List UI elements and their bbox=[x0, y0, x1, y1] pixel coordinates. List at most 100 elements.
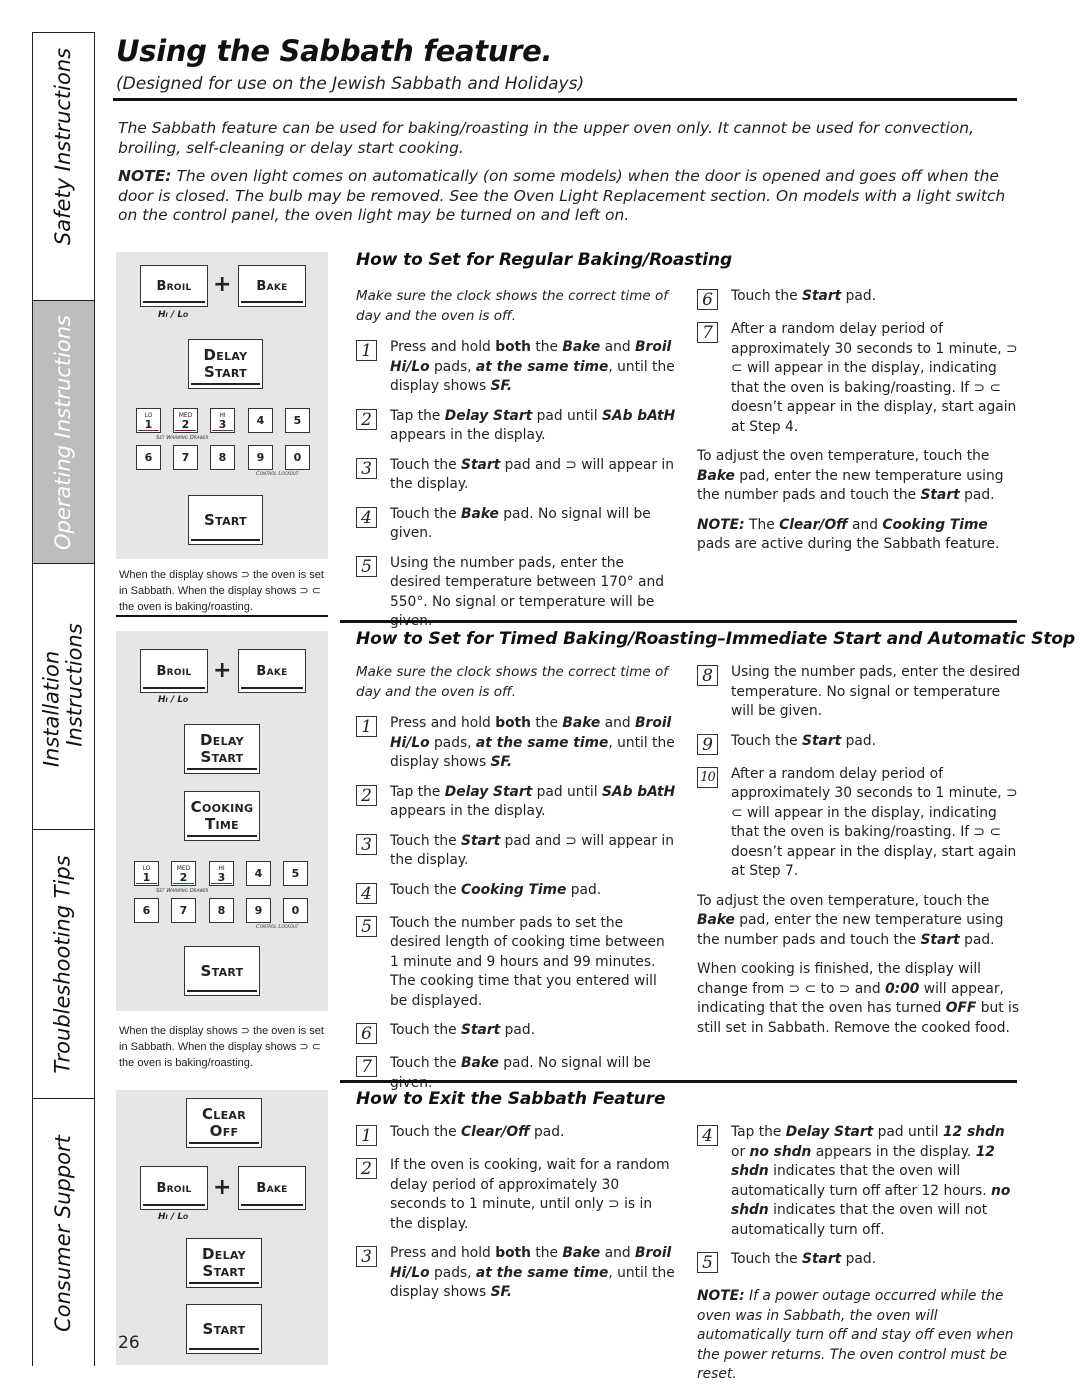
emphasis-text: SAb bAtH bbox=[601, 783, 676, 800]
key-number: 8 bbox=[218, 451, 227, 464]
text-run: To adjust the oven temperature, touch th… bbox=[697, 448, 990, 464]
broil-pad: Broil bbox=[140, 265, 208, 307]
step-item: 3 Touch the Start pad and ⊃ will appear i… bbox=[356, 832, 676, 871]
step-item: 1 Press and hold both the Bake and Broil … bbox=[356, 714, 676, 773]
section-tabs: Safety Instructions Operating Instructio… bbox=[32, 32, 95, 1367]
lead-text: Make sure the clock shows the correct ti… bbox=[356, 664, 669, 700]
start-pad: Start bbox=[188, 495, 263, 545]
emphasis-text: Bake bbox=[697, 912, 735, 928]
text-run: The bbox=[744, 516, 780, 533]
plus-sign: + bbox=[213, 658, 232, 683]
step-text: Touch the Start pad and ⊃ will appear in… bbox=[390, 832, 676, 871]
emphasis-text: Cooking Time bbox=[461, 881, 567, 898]
text-run: After a random delay period of approxima… bbox=[731, 765, 1018, 880]
note-paragraph: NOTE: If a power outage occurred while t… bbox=[697, 1287, 1022, 1385]
step-text: Press and hold both the Bake and Broil H… bbox=[390, 714, 676, 773]
emphasis-text: Bake bbox=[562, 1245, 601, 1261]
bake-pad: Bake bbox=[238, 1166, 306, 1210]
emphasis-text: SF. bbox=[490, 754, 513, 770]
emphasis-text: Bake bbox=[562, 339, 601, 355]
step-text: Touch the Start pad. bbox=[731, 1250, 1022, 1270]
tab-safety-instructions[interactable]: Safety Instructions bbox=[33, 33, 94, 301]
plus-sign: + bbox=[213, 1175, 232, 1200]
pad-label: Delay bbox=[202, 1245, 246, 1263]
pad-label: Start bbox=[202, 1319, 246, 1338]
text-run: After a random delay period of approxima… bbox=[731, 321, 1018, 435]
key-9: 9 bbox=[246, 898, 271, 923]
key-5: 5 bbox=[283, 861, 308, 886]
control-panel-timed: Broil + Bake Hi / Lo Delay Start Cooking T… bbox=[116, 631, 328, 1011]
tab-troubleshooting-tips[interactable]: Troubleshooting Tips bbox=[33, 830, 94, 1099]
step-number: 5 bbox=[356, 915, 377, 937]
text-run: Touch the bbox=[390, 1124, 462, 1140]
key-number: 8 bbox=[217, 904, 226, 917]
emphasis-text: Cooking Time bbox=[882, 516, 988, 533]
tab-installation-instructions[interactable]: Installation Instructions bbox=[33, 564, 94, 830]
pad-label: Start bbox=[200, 961, 244, 980]
emphasis-text: Start bbox=[461, 1022, 501, 1038]
step-number: 8 bbox=[697, 665, 718, 686]
pad-label: Bake bbox=[256, 1180, 288, 1196]
emphasis-text: Clear/Off bbox=[461, 1124, 530, 1140]
clear-off-pad: Clear Off bbox=[186, 1098, 262, 1148]
text-run: Touch the bbox=[731, 1251, 803, 1267]
emphasis-text: at the same time bbox=[475, 1264, 609, 1281]
text-run: pad. bbox=[841, 732, 877, 749]
text-run: Touch the bbox=[731, 732, 803, 749]
text-run: appears in the display. bbox=[811, 1143, 976, 1160]
text-run: Tap the bbox=[390, 783, 445, 800]
key-number: 0 bbox=[291, 904, 300, 917]
text-run: the bbox=[530, 1245, 563, 1261]
text-run: appears in the display. bbox=[390, 427, 546, 443]
step-item: 7 Touch the Bake pad. No signal will be g… bbox=[356, 1054, 676, 1093]
step-item: 3 Press and hold both the Bake and Broil … bbox=[356, 1244, 676, 1303]
step-number: 1 bbox=[356, 1125, 377, 1146]
step-text: Press and hold both the Bake and Broil H… bbox=[390, 338, 676, 397]
tab-label: Consumer Support bbox=[51, 1134, 75, 1332]
emphasis-text: 0:00 bbox=[885, 980, 920, 997]
key-number: 7 bbox=[179, 904, 188, 917]
step-text: Touch the Start pad and ⊃ will appear in… bbox=[390, 456, 676, 495]
emphasis-text: Delay Start bbox=[444, 407, 533, 424]
key-2: MED 2 bbox=[171, 861, 196, 886]
pad-label: Start bbox=[202, 1262, 246, 1280]
emphasis-text: Delay Start bbox=[444, 783, 533, 800]
timed-steps-right: 8 Using the number pads, enter the desire… bbox=[697, 663, 1022, 1048]
adjust-paragraph: To adjust the oven temperature, touch th… bbox=[697, 892, 1022, 951]
emphasis-text: OFF bbox=[945, 1000, 977, 1016]
text-run: To adjust the oven temperature, touch th… bbox=[697, 892, 990, 909]
key-number: 1 bbox=[144, 417, 153, 431]
key-number: 4 bbox=[256, 414, 265, 427]
step-number: 1 bbox=[356, 716, 377, 737]
text-run: pad. bbox=[959, 931, 995, 948]
key-5: 5 bbox=[285, 408, 310, 433]
key-0: 0 bbox=[285, 445, 310, 470]
key-number: 6 bbox=[142, 904, 151, 917]
warming-drawer-label: Set Warming Drawer bbox=[156, 435, 209, 441]
page-subtitle: (Designed for use on the Jewish Sabbath … bbox=[116, 74, 585, 94]
step-text: Touch the Bake pad. No signal will be gi… bbox=[390, 505, 676, 544]
steps-list: 6 Touch the Start pad. 7 After a random del… bbox=[697, 287, 1022, 437]
emphasis-text: SAb bAtH bbox=[601, 407, 676, 424]
step-number: 3 bbox=[356, 457, 377, 479]
emphasis-text: Start bbox=[920, 931, 960, 948]
tab-consumer-support[interactable]: Consumer Support bbox=[33, 1099, 94, 1367]
emphasis-text: both bbox=[495, 1245, 531, 1261]
emphasis-text: Start bbox=[920, 487, 960, 503]
note-text: The oven light comes on automatically (o… bbox=[118, 167, 1006, 224]
pad-label: Broil bbox=[156, 1180, 192, 1196]
text-run: the bbox=[530, 715, 563, 731]
step-item: 9 Touch the Start pad. bbox=[697, 732, 1022, 755]
step-text: If the oven is cooking, wait for a rando… bbox=[390, 1156, 676, 1234]
intro-note: NOTE: The oven light comes on automatica… bbox=[118, 167, 1018, 226]
key-number: 5 bbox=[293, 414, 302, 427]
pad-label: Start bbox=[200, 748, 244, 766]
step-number: 3 bbox=[356, 1246, 377, 1267]
step-text: Tap the Delay Start pad until SAb bAtH a… bbox=[390, 783, 676, 822]
tab-operating-instructions[interactable]: Operating Instructions bbox=[33, 301, 94, 564]
tab-label: Troubleshooting Tips bbox=[51, 854, 75, 1074]
step-item: 6 Touch the Start pad. bbox=[697, 287, 1022, 310]
pad-label: Start bbox=[204, 510, 247, 529]
text-run: pad. bbox=[529, 1124, 565, 1140]
emphasis-text: 12 shdn bbox=[942, 1124, 1005, 1140]
